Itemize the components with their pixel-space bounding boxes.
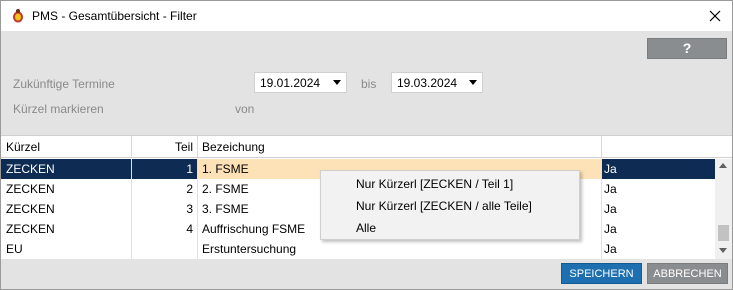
dropdown-arrow-icon (333, 80, 341, 85)
scroll-down-icon[interactable] (719, 248, 727, 253)
header-bezeichnung[interactable]: Bezeichung (198, 136, 602, 158)
from-date-select[interactable]: 19.01.2024 (254, 72, 347, 93)
cell-kuerzel: ZECKEN (1, 159, 132, 179)
table-row[interactable]: EU Erstuntersuchung Ja (1, 239, 715, 259)
dropdown-arrow-icon (469, 80, 477, 85)
header-teil[interactable]: Teil (132, 136, 198, 158)
menu-item-all[interactable]: Alle (356, 221, 376, 235)
bis-label: bis (361, 77, 377, 91)
filter-dialog: PMS - Gesamtübersicht - Filter ? Zukünft… (0, 0, 733, 290)
von-label: von (235, 102, 255, 116)
cell-teil: 2 (132, 179, 198, 199)
table-header: Kürzel Teil Bezeichung (1, 136, 732, 158)
tick-app-icon (13, 9, 23, 23)
cell-teil: 1 (132, 159, 198, 179)
menu-item-only-kuerzel-teil[interactable]: Nur Kürzerl [ZECKEN / Teil 1] (356, 177, 513, 191)
cell-teil: 4 (132, 219, 198, 239)
menu-item-only-kuerzel-all-parts[interactable]: Nur Kürzerl [ZECKEN / alle Teile] (356, 199, 532, 213)
to-date-value: 19.03.2024 (397, 76, 458, 90)
from-date-value: 19.01.2024 (260, 76, 321, 90)
filter-panel: Zukünftige Termine 19.01.2024 bis 19.03.… (1, 65, 732, 135)
cancel-button[interactable]: ABBRECHEN (647, 263, 728, 284)
cell-ja: Ja (604, 242, 617, 256)
header-extra[interactable] (602, 136, 715, 158)
cell-kuerzel: ZECKEN (1, 179, 132, 199)
cell-teil (132, 239, 198, 259)
cell-ja: Ja (604, 202, 617, 216)
header-kuerzel[interactable]: Kürzel (1, 136, 132, 158)
cell-kuerzel: ZECKEN (1, 219, 132, 239)
scroll-up-icon[interactable] (719, 163, 727, 168)
cell-bezeichnung: Erstuntersuchung (198, 239, 602, 259)
window-title: PMS - Gesamtübersicht - Filter (32, 9, 197, 23)
cell-kuerzel: ZECKEN (1, 199, 132, 219)
cell-ja: Ja (602, 159, 715, 179)
to-date-select[interactable]: 19.03.2024 (391, 72, 483, 93)
close-icon[interactable] (704, 5, 726, 27)
help-button[interactable]: ? (647, 38, 727, 59)
toolbar (1, 31, 732, 65)
cell-ja: Ja (604, 222, 617, 236)
cell-kuerzel: EU (1, 239, 132, 259)
title-bar: PMS - Gesamtübersicht - Filter (1, 1, 732, 31)
mark-kuerzel-label: Kürzel markieren (13, 102, 104, 116)
cell-teil: 3 (132, 199, 198, 219)
context-menu: Nur Kürzerl [ZECKEN / Teil 1] Nur Kürzer… (320, 170, 580, 240)
save-button[interactable]: SPEICHERN (561, 263, 642, 284)
scroll-thumb[interactable] (718, 225, 729, 241)
cell-ja: Ja (604, 182, 617, 196)
future-appointments-label: Zukünftige Termine (13, 77, 115, 91)
vertical-scrollbar[interactable] (715, 159, 732, 259)
